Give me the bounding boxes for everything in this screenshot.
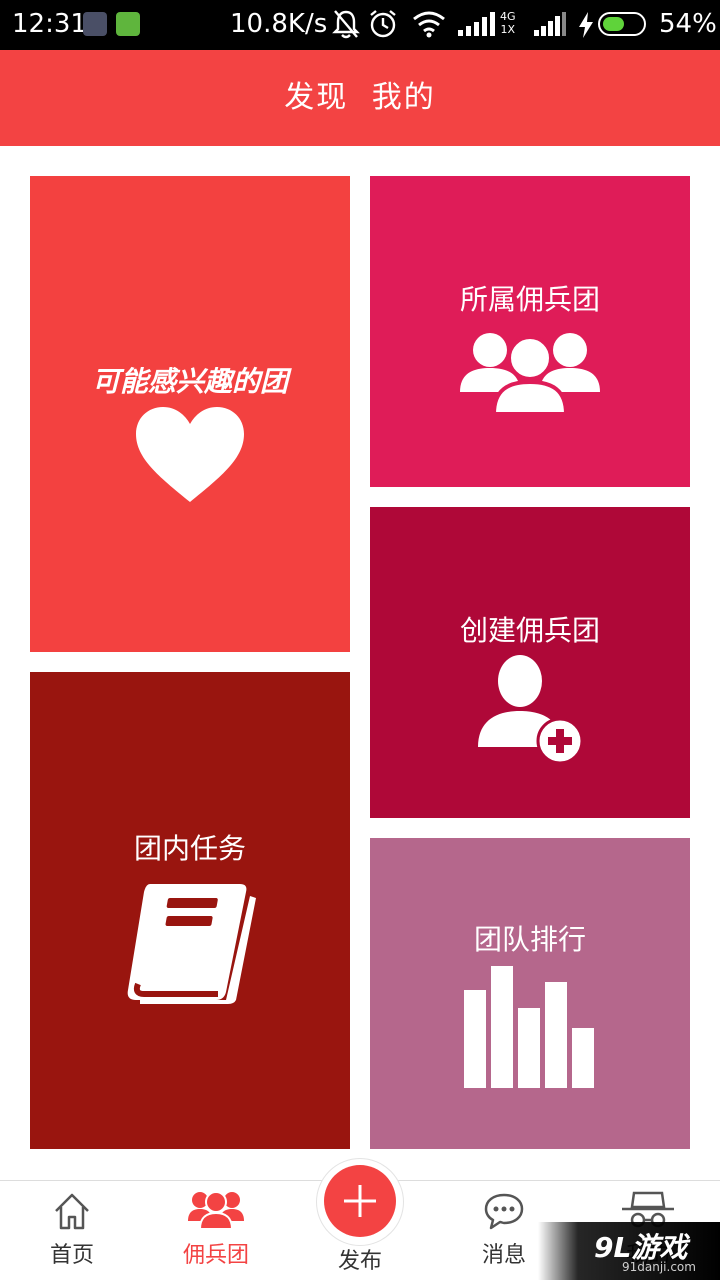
home-icon [55,1193,89,1230]
tile-label: 可能感兴趣的团 [91,365,288,398]
book-icon [127,884,256,1004]
tile-my-groups[interactable]: 所属佣兵团 [370,176,690,487]
app-icon [83,12,107,36]
plus-icon [344,1185,376,1217]
tab-home[interactable]: 首页 [12,1181,132,1281]
tab-label: 佣兵团 [182,1243,249,1268]
signal-icon [458,12,495,36]
group-icon [460,333,600,414]
tile-team-ranking[interactable]: 团队排行 [370,838,690,1149]
app-icon [116,12,140,36]
tile-interested-groups[interactable]: 可能感兴趣的团 [30,176,350,652]
tile-group-tasks[interactable]: 团内任务 [30,672,350,1149]
network-type: 4G 1X [500,10,516,36]
watermark-logo: 9L游戏 91danji.com [538,1222,720,1280]
watermark-url: 91danji.com [622,1260,696,1274]
tile-label: 创建佣兵团 [459,614,600,647]
add-user-icon [478,655,584,763]
signal-icon [534,12,566,36]
heart-icon [136,407,244,502]
alarm-icon [370,10,396,38]
mute-bell-icon [332,10,360,39]
tile-label: 团内任务 [133,832,246,865]
status-bar: 12:31 10.8K/s 4G 1X 54% [0,0,720,50]
chat-bubble-icon [484,1193,524,1230]
tile-label: 所属佣兵团 [459,283,600,316]
battery-percent: 54% [659,9,717,39]
tab-mercenary-group[interactable]: 佣兵团 [156,1181,276,1281]
tab-mine[interactable]: 我的 [372,80,436,115]
net-speed: 10.8K/s [230,9,328,39]
tab-label: 首页 [49,1243,94,1268]
app-header: 发现 我的 [0,50,720,146]
charging-icon [579,12,593,38]
battery-icon [598,12,646,36]
publish-label: 发布 [337,1249,382,1274]
group-icon [188,1191,244,1229]
publish-button[interactable] [324,1165,396,1237]
header-tabs: 发现 我的 [0,50,720,146]
wifi-icon [413,11,445,38]
tile-label: 团队排行 [473,923,586,956]
status-time: 12:31 [12,9,87,39]
tile-create-group[interactable]: 创建佣兵团 [370,507,690,818]
battery-level [603,17,624,31]
tab-discover[interactable]: 发现 [284,80,348,115]
bar-chart-icon [464,966,594,1088]
